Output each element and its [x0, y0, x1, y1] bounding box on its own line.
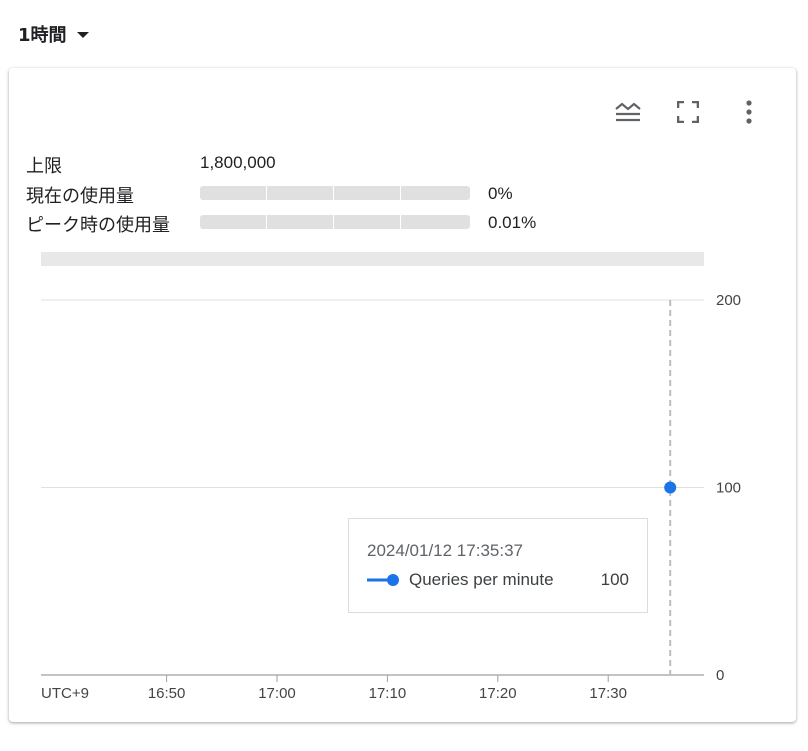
tooltip-series-name: Queries per minute — [409, 570, 554, 589]
quota-chart-card: 上限 1,800,000 現在の使用量 0% ピーク時の使用量 0.01% 20… — [9, 68, 796, 722]
tooltip-time: 2024/01/12 17:35:37 — [367, 541, 523, 560]
y-tick-label: 200 — [716, 292, 741, 309]
usage-line-chart: 200 100 0 UTC+9 16:50 17:00 17:10 17:20 17:30 — [41, 292, 741, 702]
y-tick-label: 0 — [716, 667, 724, 684]
y-tick-label: 100 — [716, 480, 741, 497]
x-tick-label: 17:10 — [369, 685, 407, 702]
x-tick-label: 16:50 — [148, 685, 186, 702]
series-swatch-icon — [367, 571, 401, 589]
chevron-down-icon — [76, 32, 89, 38]
tooltip-value: 100 — [600, 570, 629, 589]
x-tick-label: 17:30 — [589, 685, 627, 702]
tooltip-row: Queries per minute 100 — [367, 569, 629, 591]
x-tick-label: UTC+9 — [41, 685, 89, 702]
chart-tooltip: 2024/01/12 17:35:37 Queries per minute 1… — [348, 518, 648, 613]
time-range-select[interactable]: 1時間 — [18, 20, 89, 48]
time-range-label: 1時間 — [18, 25, 67, 46]
x-tick-label: 17:20 — [479, 685, 517, 702]
x-tick-label: 17:00 — [258, 685, 296, 702]
data-point — [664, 481, 677, 494]
